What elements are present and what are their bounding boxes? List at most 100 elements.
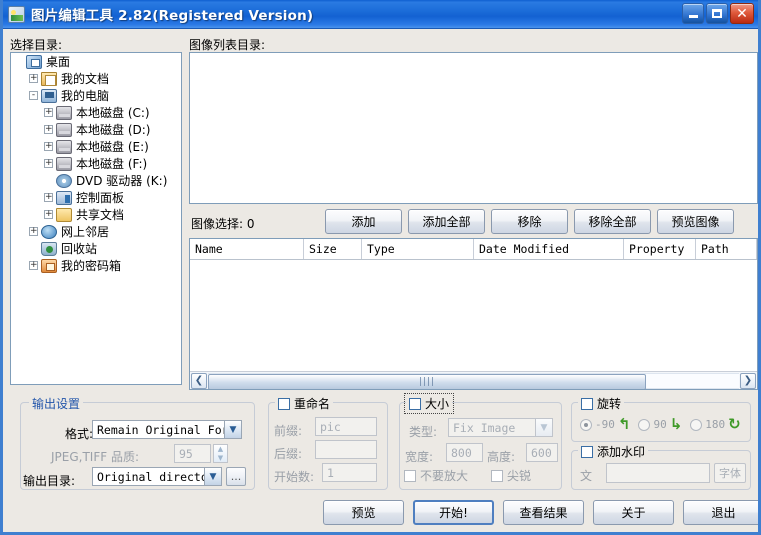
- scrollbar-track[interactable]: ||||: [208, 372, 739, 389]
- expand-icon[interactable]: +: [44, 108, 53, 117]
- tree-item[interactable]: DVD 驱动器 (K:): [11, 172, 181, 189]
- watermark-checkbox[interactable]: 添加水印: [578, 443, 649, 460]
- tree-item[interactable]: + 控制面板: [11, 189, 181, 206]
- rotate-option[interactable]: 180 ↻: [690, 417, 741, 432]
- bottom-action-button[interactable]: 预览: [323, 500, 404, 525]
- tree-item[interactable]: + 本地磁盘 (C:): [11, 104, 181, 121]
- image-list-preview-area[interactable]: [189, 52, 758, 204]
- expand-icon[interactable]: +: [44, 159, 53, 168]
- rename-label: 重命名: [294, 397, 331, 411]
- checkbox-icon[interactable]: [491, 469, 503, 482]
- watermark-font-button[interactable]: 字体: [714, 463, 746, 483]
- width-input[interactable]: 800: [446, 443, 483, 462]
- rotate-option-label: 90: [653, 418, 667, 431]
- close-button[interactable]: ✕: [730, 3, 754, 24]
- output-settings-group: 输出设置 格式: Remain Original Format ▼ JPEG,T…: [20, 395, 255, 490]
- drive-icon: [56, 156, 72, 171]
- table-column-header[interactable]: Date Modified: [474, 239, 624, 259]
- chevron-down-icon[interactable]: ▼: [535, 419, 552, 436]
- directory-tree[interactable]: 桌面 + 我的文档 - 我的电脑 + 本地磁盘 (C:) + 本地磁盘 (D:) + 本地磁盘 (E…: [10, 52, 182, 385]
- drive-icon: [56, 122, 72, 137]
- table-body[interactable]: [190, 260, 757, 368]
- expand-icon[interactable]: +: [44, 125, 53, 134]
- dvd-drive-icon: [56, 173, 72, 188]
- image-action-button[interactable]: 添加全部: [408, 209, 485, 234]
- tree-item[interactable]: + 我的密码箱: [11, 257, 181, 274]
- expand-icon[interactable]: +: [44, 142, 53, 151]
- tree-item[interactable]: 回收站: [11, 240, 181, 257]
- output-dir-combo[interactable]: Original directory ▼: [92, 467, 222, 486]
- image-action-button[interactable]: 移除: [491, 209, 568, 234]
- tree-item[interactable]: + 我的文档: [11, 70, 181, 87]
- table-column-header[interactable]: Type: [362, 239, 474, 259]
- quality-spinner[interactable]: ▲ ▼: [213, 444, 228, 463]
- prefix-input[interactable]: pic: [315, 417, 377, 436]
- expand-icon[interactable]: +: [44, 193, 53, 202]
- table-column-header[interactable]: Path: [696, 239, 757, 259]
- minimize-button[interactable]: [682, 3, 704, 24]
- tree-item[interactable]: + 共享文档: [11, 206, 181, 223]
- watermark-group: 添加水印 文 字体: [571, 443, 751, 490]
- resize-checkbox[interactable]: 大小: [403, 393, 455, 414]
- checkbox-icon[interactable]: [581, 397, 593, 410]
- suffix-input[interactable]: [315, 440, 377, 459]
- bottom-action-button[interactable]: 关于: [593, 500, 674, 525]
- bottom-action-button[interactable]: 开始!: [413, 500, 494, 525]
- image-list-label: 图像列表目录:: [189, 38, 266, 52]
- table-column-header[interactable]: Name: [190, 239, 304, 259]
- tree-item-label: 共享文档: [76, 208, 125, 222]
- expand-icon[interactable]: +: [29, 74, 38, 83]
- my-computer-icon: [41, 88, 57, 103]
- checkbox-icon[interactable]: [409, 397, 421, 410]
- image-action-button[interactable]: 移除全部: [574, 209, 651, 234]
- tree-item[interactable]: + 本地磁盘 (D:): [11, 121, 181, 138]
- tree-item-label: 我的文档: [61, 72, 110, 86]
- chevron-down-icon[interactable]: ▼: [204, 468, 221, 485]
- selection-label: 图像选择:: [191, 217, 244, 231]
- image-file-table[interactable]: Name Size Type Date Modified Property Path ❮ …: [189, 238, 758, 390]
- scrollbar-thumb[interactable]: ||||: [208, 373, 646, 389]
- no-enlarge-checkbox[interactable]: 不要放大: [404, 467, 468, 484]
- start-number-input[interactable]: 1: [322, 463, 377, 482]
- checkbox-icon[interactable]: [404, 469, 416, 482]
- collapse-icon[interactable]: -: [29, 91, 38, 100]
- checkbox-icon[interactable]: [278, 397, 290, 410]
- table-column-header[interactable]: Size: [304, 239, 362, 259]
- radio-icon[interactable]: [638, 418, 651, 431]
- rotate-checkbox[interactable]: 旋转: [578, 395, 625, 412]
- tree-item[interactable]: - 我的电脑: [11, 87, 181, 104]
- expand-icon[interactable]: +: [29, 227, 38, 236]
- browse-output-dir-button[interactable]: ...: [226, 467, 246, 486]
- radio-icon[interactable]: [580, 418, 592, 431]
- maximize-icon: [712, 9, 722, 18]
- tree-item-label: 桌面: [46, 55, 71, 69]
- rotate-option[interactable]: -90 ↰: [580, 417, 630, 432]
- watermark-text-input[interactable]: [606, 463, 710, 483]
- sharpen-checkbox[interactable]: 尖锐: [491, 467, 531, 484]
- scroll-right-arrow-icon[interactable]: ❯: [740, 372, 756, 389]
- select-directory-label: 选择目录:: [10, 38, 63, 52]
- chevron-down-icon[interactable]: ▼: [224, 421, 241, 438]
- image-action-button[interactable]: 预览图像: [657, 209, 734, 234]
- rotate-option[interactable]: 90 ↳: [638, 417, 682, 432]
- tree-item[interactable]: + 本地磁盘 (E:): [11, 138, 181, 155]
- height-input[interactable]: 600: [526, 443, 558, 462]
- image-action-button[interactable]: 添加: [325, 209, 402, 234]
- tree-item[interactable]: + 网上邻居: [11, 223, 181, 240]
- tree-item[interactable]: + 本地磁盘 (F:): [11, 155, 181, 172]
- tree-item[interactable]: 桌面: [11, 53, 181, 70]
- radio-icon[interactable]: [690, 418, 703, 431]
- rename-checkbox[interactable]: 重命名: [275, 395, 334, 412]
- bottom-action-button[interactable]: 查看结果: [503, 500, 584, 525]
- resize-type-combo[interactable]: Fix Image ▼: [448, 418, 553, 437]
- table-horizontal-scrollbar[interactable]: ❮ |||| ❯: [190, 371, 757, 389]
- maximize-button[interactable]: [706, 3, 728, 24]
- expand-icon[interactable]: +: [44, 210, 53, 219]
- expand-icon[interactable]: +: [29, 261, 38, 270]
- checkbox-icon[interactable]: [581, 445, 593, 458]
- scroll-left-arrow-icon[interactable]: ❮: [191, 372, 207, 389]
- format-combo[interactable]: Remain Original Format ▼: [92, 420, 242, 439]
- bottom-action-button[interactable]: 退出: [683, 500, 758, 525]
- quality-input[interactable]: 95: [174, 444, 211, 463]
- table-column-header[interactable]: Property: [624, 239, 696, 259]
